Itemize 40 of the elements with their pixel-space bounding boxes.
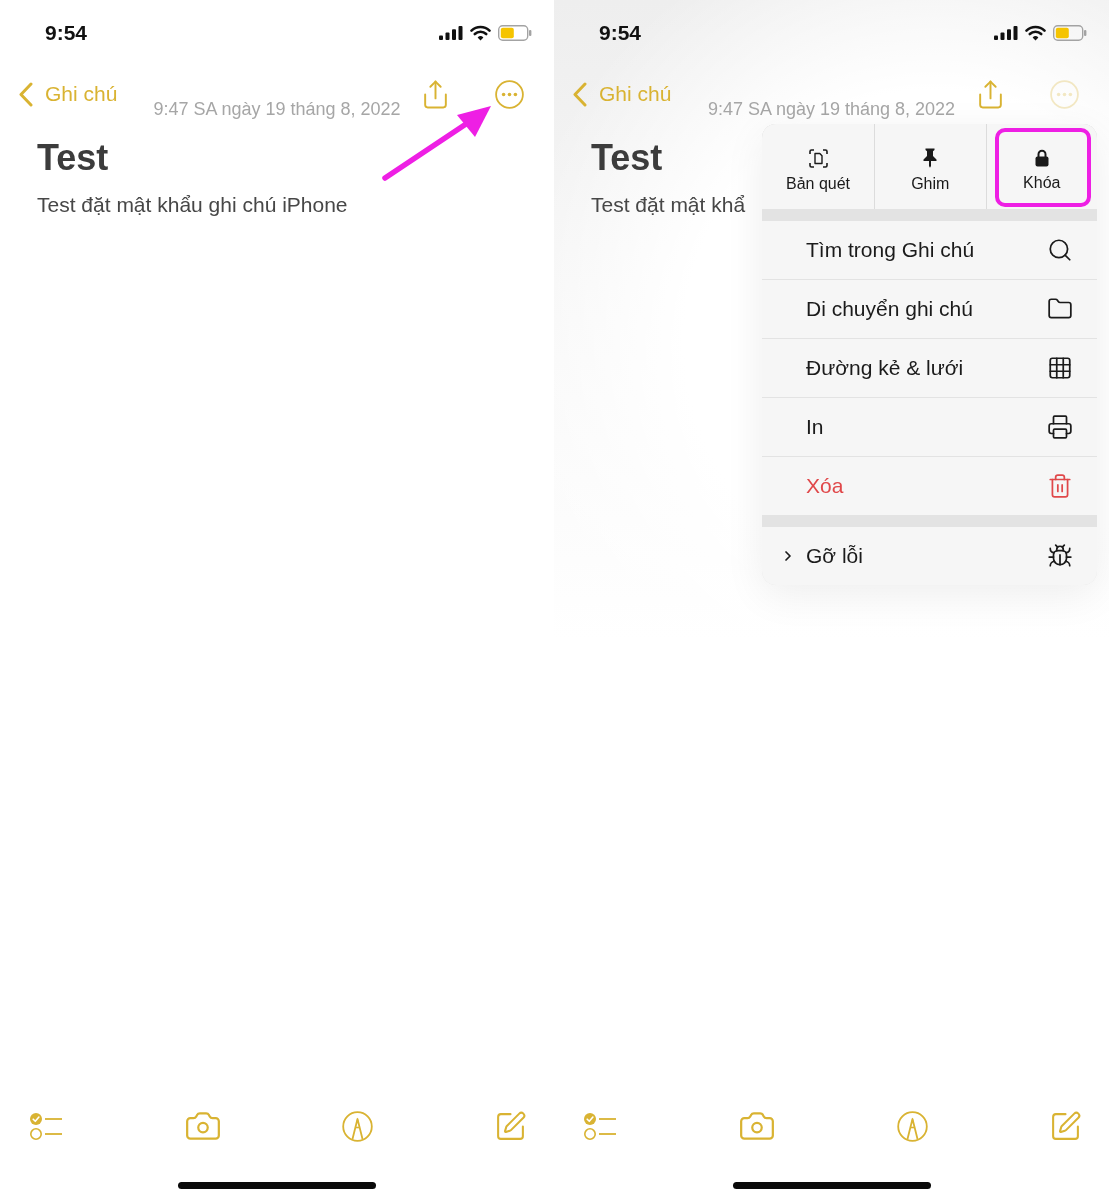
bug-icon (1047, 543, 1073, 569)
more-icon[interactable] (495, 79, 524, 109)
note-title: Test (591, 136, 663, 180)
menu-item[interactable]: In (762, 398, 1097, 456)
signal-icon (994, 26, 1018, 40)
status-time: 9:54 (45, 21, 88, 45)
back-chevron-icon (572, 81, 587, 107)
menu-item[interactable]: Đường kẻ & lưới (762, 339, 1097, 397)
quick-action-button[interactable]: Bản quét (762, 124, 874, 209)
scan-document-icon (808, 148, 828, 168)
checklist-icon[interactable] (29, 1111, 63, 1141)
compose-icon[interactable] (1049, 1109, 1082, 1143)
search-icon (1047, 237, 1073, 263)
menu-item[interactable]: Xóa (762, 457, 1097, 515)
menu-item[interactable]: Di chuyển ghi chú (762, 280, 1097, 338)
wifi-icon (470, 25, 491, 41)
pen-tip-circle-icon[interactable] (342, 1110, 374, 1142)
battery-icon (1053, 25, 1087, 41)
back-chevron-icon (18, 81, 33, 107)
status-time: 9:54 (599, 21, 642, 45)
battery-icon (498, 25, 532, 41)
lock-icon (1034, 149, 1049, 167)
pin-icon (922, 148, 939, 168)
note-body: Test đặt mật khẩ (591, 192, 746, 218)
quick-action-button[interactable]: Khóa (986, 124, 1097, 209)
quick-action-button[interactable]: Ghim (875, 124, 986, 209)
menu-item[interactable]: Tìm trong Ghi chú (762, 221, 1097, 279)
wifi-icon (1025, 25, 1046, 41)
note-title: Test (37, 136, 109, 180)
folder-icon (1047, 296, 1073, 322)
checklist-icon[interactable] (583, 1111, 617, 1141)
menu-item[interactable]: Gỡ lỗi (762, 527, 1097, 585)
signal-icon (439, 26, 463, 40)
printer-icon (1047, 414, 1073, 440)
trash-icon (1047, 473, 1073, 499)
grid-icon (1047, 355, 1073, 381)
note-date: 9:47 SA ngày 19 tháng 8, 2022 (707, 98, 956, 120)
note-date: 9:47 SA ngày 19 tháng 8, 2022 (153, 98, 401, 120)
note-body: Test đặt mật khẩu ghi chú iPhone (37, 192, 348, 218)
pen-tip-circle-icon[interactable] (897, 1110, 928, 1142)
